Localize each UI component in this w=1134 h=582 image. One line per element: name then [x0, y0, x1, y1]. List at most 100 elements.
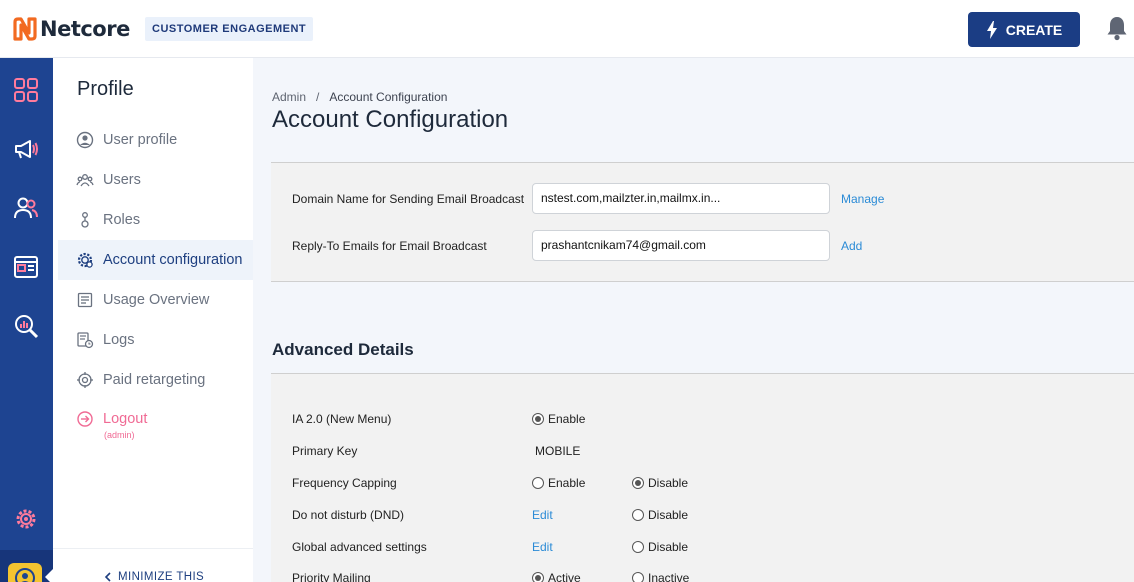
radio-label: Inactive: [648, 571, 690, 582]
rail-campaigns[interactable]: [10, 133, 42, 165]
users-icon: [14, 197, 38, 219]
global-advanced-settings-disable-radio[interactable]: Disable: [632, 540, 688, 554]
role-icon: [81, 212, 89, 228]
nav-item-label: Usage Overview: [103, 292, 210, 308]
nav-item-usage-overview[interactable]: Usage Overview: [58, 280, 253, 320]
lightning-icon: [986, 20, 997, 39]
analytics-search-icon: [15, 315, 39, 339]
logs-clock-icon: [77, 332, 94, 349]
nav-item-label: Roles: [103, 212, 141, 228]
nav-item-label: Paid retargeting: [103, 372, 206, 388]
radio-dot: [532, 572, 544, 582]
global-advanced-settings-label: Global advanced settings: [292, 540, 427, 554]
frequency-capping-label: Frequency Capping: [292, 476, 397, 490]
frequency-capping-enable-radio[interactable]: Enable: [532, 476, 585, 490]
nav-item-label: User profile: [103, 132, 178, 148]
dashboard-icon: [14, 78, 38, 102]
radio-label: Disable: [648, 476, 689, 490]
users-group-icon: [76, 174, 94, 187]
netcore-logo-icon: [13, 17, 37, 41]
nav-item-label: Account configuration: [103, 252, 243, 268]
dnd-label: Do not disturb (DND): [292, 508, 405, 522]
profile-avatar-icon: [15, 568, 35, 582]
primary-key-value: MOBILE: [535, 444, 581, 458]
logout-label: Logout: [103, 411, 148, 427]
nav-item-label: Users: [103, 172, 141, 188]
nav-item-account-configuration[interactable]: Account configuration: [58, 240, 253, 280]
rail-dashboard[interactable]: [10, 74, 42, 106]
logout-user-role: (admin): [104, 430, 135, 440]
profile-side-nav: Profile User profile Users Roles Account…: [53, 58, 253, 582]
notification-bell-icon[interactable]: [1105, 15, 1129, 41]
radio-dot: [632, 572, 644, 582]
radio-dot: [632, 509, 644, 521]
frequency-capping-disable-radio[interactable]: Disable: [632, 476, 688, 490]
rail-active-pointer: [45, 569, 53, 582]
reply-to-label: Reply-To Emails for Email Broadcast: [292, 239, 487, 253]
ia-menu-enable-radio[interactable]: Enable: [532, 412, 585, 426]
divider: [53, 548, 253, 549]
minimize-nav-button[interactable]: MINIMIZE THIS: [104, 571, 204, 582]
radio-dot: [632, 477, 644, 489]
nav-item-user-profile[interactable]: User profile: [58, 120, 253, 160]
nav-item-users[interactable]: Users: [58, 160, 253, 200]
left-icon-rail: [0, 58, 53, 582]
domain-label: Domain Name for Sending Email Broadcast: [292, 192, 525, 206]
nav-item-label: Logs: [103, 332, 135, 348]
usage-list-icon: [77, 292, 93, 308]
user-circle-icon: [76, 131, 94, 149]
target-icon: [77, 372, 93, 388]
netcore-logo[interactable]: Netcore: [12, 16, 130, 42]
minimize-label: MINIMIZE THIS: [118, 571, 205, 582]
product-badge: CUSTOMER ENGAGEMENT: [145, 17, 314, 41]
global-advanced-settings-edit-link[interactable]: Edit: [532, 540, 553, 554]
email-config-panel: Domain Name for Sending Email Broadcast …: [271, 162, 1134, 282]
advanced-details-title: Advanced Details: [272, 340, 414, 359]
nav-item-logs[interactable]: Logs: [58, 320, 253, 360]
gear-cog-icon: [77, 252, 93, 268]
priority-mailing-label: Priority Mailing: [292, 571, 371, 582]
rail-profile[interactable]: [8, 563, 42, 582]
top-bar: Netcore CUSTOMER ENGAGEMENT CREATE: [0, 0, 1134, 58]
radio-dot: [532, 413, 544, 425]
radio-label: Disable: [648, 540, 689, 554]
priority-mailing-active-radio[interactable]: Active: [532, 571, 581, 582]
megaphone-icon: [15, 140, 38, 159]
radio-label: Disable: [648, 508, 689, 522]
breadcrumb-admin[interactable]: Admin: [272, 90, 306, 104]
breadcrumb-current: Account Configuration: [329, 90, 448, 104]
dnd-disable-radio[interactable]: Disable: [632, 508, 688, 522]
primary-key-label: Primary Key: [292, 444, 358, 458]
breadcrumb: Admin / Account Configuration: [272, 90, 447, 104]
create-button-label: CREATE: [1005, 21, 1063, 38]
rail-analytics[interactable]: [10, 310, 42, 342]
ia-menu-label: IA 2.0 (New Menu): [292, 412, 392, 426]
radio-dot: [532, 477, 544, 489]
manage-domains-link[interactable]: Manage: [841, 192, 884, 206]
side-nav-title: Profile: [77, 78, 134, 100]
rail-settings[interactable]: [10, 503, 42, 535]
rail-web[interactable]: [10, 251, 42, 283]
rail-audience[interactable]: [10, 192, 42, 224]
create-button[interactable]: CREATE: [968, 12, 1080, 47]
nav-item-logout[interactable]: Logout: [58, 400, 253, 438]
priority-mailing-inactive-radio[interactable]: Inactive: [632, 571, 689, 582]
advanced-details-panel: IA 2.0 (New Menu) Enable Primary Key MOB…: [271, 373, 1134, 582]
chevron-left-icon: [104, 572, 111, 582]
radio-label: Enable: [548, 476, 586, 490]
add-reply-to-link[interactable]: Add: [841, 239, 862, 253]
nav-item-paid-retargeting[interactable]: Paid retargeting: [58, 360, 253, 400]
browser-window-icon: [14, 256, 38, 278]
dnd-edit-link[interactable]: Edit: [532, 508, 553, 522]
reply-to-input[interactable]: prashantcnikam74@gmail.com: [532, 230, 830, 261]
breadcrumb-separator: /: [316, 90, 320, 104]
radio-dot: [632, 541, 644, 553]
nav-item-roles[interactable]: Roles: [58, 200, 253, 240]
logout-icon: [77, 411, 93, 427]
radio-label: Active: [548, 571, 581, 582]
radio-label: Enable: [548, 412, 586, 426]
settings-icon: [16, 509, 36, 529]
page-title: Account Configuration: [272, 106, 509, 133]
brand-name: Netcore: [40, 17, 130, 41]
domain-input[interactable]: nstest.com,mailzter.in,mailmx.in...: [532, 183, 830, 214]
